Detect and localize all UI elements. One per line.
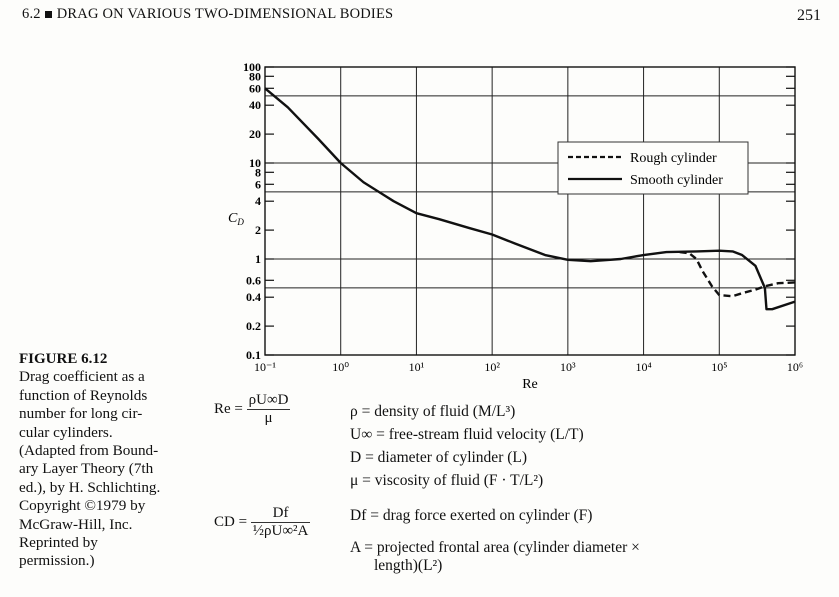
variable-definitions: ρ = density of fluid (M/L³) U∞ = free-st… (350, 400, 640, 575)
caption-line: permission.) (19, 552, 95, 570)
x-tick-label: 10⁵ (711, 360, 727, 374)
series (264, 87, 796, 311)
cd-denominator: ½ρU∞²A (252, 523, 309, 539)
caption-line: ary Layer Theory (7th (19, 460, 154, 478)
caption-line: ed.), by H. Schlichting. (19, 478, 161, 496)
y-tick-label: 40 (249, 98, 261, 112)
y-tick-label: 60 (249, 81, 261, 95)
y-axis-label: CD (228, 211, 244, 227)
x-tick-label: 10¹ (409, 360, 425, 374)
reynolds-equation: Re = ρU∞D μ (214, 392, 291, 427)
caption-line: Reprinted by (19, 534, 98, 552)
definition-mu: μ = viscosity of fluid (F · T/L²) (350, 472, 544, 489)
drag-coefficient-equation: CD = Df ½ρU∞²A (214, 505, 311, 540)
definition-df: Df = drag force exerted on cylinder (F) (350, 507, 593, 524)
grid (264, 67, 796, 355)
y-tick-label: 0.6 (246, 273, 261, 287)
y-tick-label: 6 (255, 177, 261, 191)
re-numerator: ρU∞D (246, 392, 291, 410)
legend: Rough cylinder Smooth cylinder (557, 141, 749, 195)
caption-line: cular cylinders. (19, 423, 113, 441)
smooth-cylinder-line (264, 87, 796, 311)
axes (264, 66, 796, 356)
y-tick-label: 0.4 (246, 290, 261, 304)
x-tick-label: 10⁶ (787, 360, 803, 374)
cd-lhs: CD = (214, 513, 248, 530)
definition-d: D = diameter of cylinder (L) (350, 449, 528, 466)
re-lhs: Re = (214, 400, 243, 417)
legend-label: Smooth cylinder (630, 173, 723, 188)
plot-frame (264, 66, 796, 356)
x-tick-label: 10⁴ (635, 360, 651, 374)
y-tick-label: 0.2 (246, 319, 261, 333)
caption-line: function of Reynolds (19, 386, 148, 404)
caption-line: number for long cir- (19, 405, 143, 423)
caption-line: Copyright ©1979 by (19, 497, 146, 515)
x-tick-label: 10³ (560, 360, 576, 374)
figure-label: FIGURE 6.12 (19, 351, 108, 367)
caption-line: McGraw-Hill, Inc. (19, 515, 133, 533)
y-tick-label: 2 (255, 223, 261, 237)
y-tick-label: 20 (249, 127, 261, 141)
re-denominator: μ (264, 410, 273, 426)
x-tick-label: 10² (484, 360, 500, 374)
x-axis-label: Re (522, 377, 538, 392)
x-tick-label: 10⁰ (332, 360, 349, 374)
definition-u-inf: U∞ = free-stream fluid velocity (L/T) (350, 426, 584, 443)
caption-line: Drag coefficient as a (19, 368, 145, 386)
definition-a-cont: length)(L²) (374, 557, 443, 574)
y-tick-label: 4 (255, 194, 261, 208)
cd-numerator: Df (250, 505, 311, 523)
legend-label: Rough cylinder (630, 151, 717, 166)
y-tick-label: 1 (255, 252, 261, 266)
caption-line: (Adapted from Bound- (19, 442, 159, 460)
definition-a: A = projected frontal area (cylinder dia… (350, 539, 640, 556)
figure-caption: FIGURE 6.12 Drag coefficient as a functio… (19, 350, 219, 571)
definition-rho: ρ = density of fluid (M/L³) (350, 403, 516, 420)
x-tick-label: 10⁻¹ (254, 360, 276, 374)
